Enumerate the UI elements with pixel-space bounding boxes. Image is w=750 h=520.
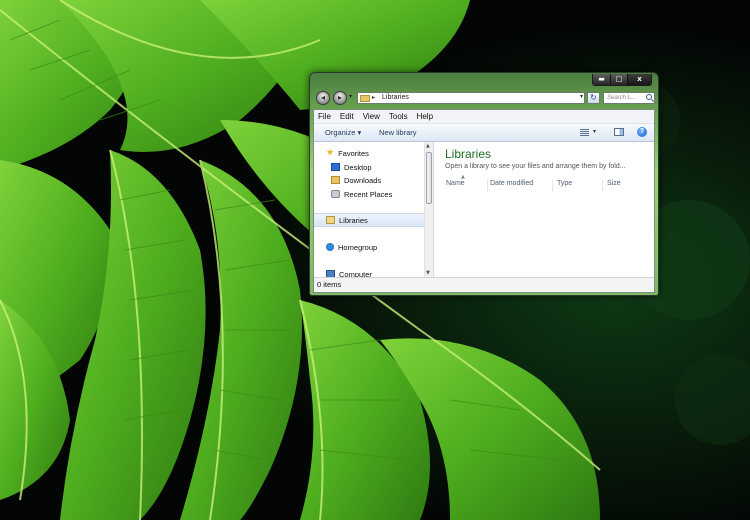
sidebar-item-label: Recent Places — [344, 189, 393, 199]
address-dropdown-icon[interactable]: ▾ — [580, 93, 583, 100]
column-header-name[interactable]: ▲ Name — [445, 174, 488, 192]
sidebar-item-recent-places[interactable]: Recent Places — [331, 188, 392, 200]
refresh-icon: ↻ — [590, 93, 597, 102]
scrollbar-thumb[interactable] — [426, 152, 432, 204]
explorer-client-area: File Edit View Tools Help Organize ▾ New… — [313, 109, 655, 293]
explorer-window: ▬ □ x ◂ ▸ ▾ ▸ Libraries ▾ ↻ Search L... … — [309, 72, 659, 296]
organize-button[interactable]: Organize ▾ — [325, 128, 361, 137]
navigation-pane: ★ Favorites Desktop Downloads Recent Pla… — [314, 142, 434, 279]
column-header-date-modified[interactable]: Date modified — [488, 180, 553, 192]
homegroup-icon — [326, 243, 334, 251]
search-placeholder: Search L... — [607, 95, 637, 101]
content-pane: Libraries Open a library to see your fil… — [435, 142, 654, 277]
maximize-button[interactable]: □ — [610, 74, 627, 85]
breadcrumb-separator-icon[interactable]: ▸ — [372, 94, 375, 101]
column-header-size[interactable]: Size — [603, 180, 647, 192]
libraries-icon — [326, 216, 335, 224]
status-bar: 0 items — [314, 277, 654, 292]
menu-help[interactable]: Help — [417, 112, 433, 121]
sidebar-item-homegroup[interactable]: Homegroup — [326, 241, 377, 253]
navigation-scrollbar[interactable]: ▲ ▼ — [424, 142, 433, 277]
column-header-row: ▲ Name Date modified Type Size — [445, 174, 647, 192]
search-input[interactable]: Search L... — [603, 92, 655, 104]
chevron-down-icon: ▾ — [349, 93, 353, 100]
sidebar-item-label: Downloads — [344, 175, 382, 185]
forward-button[interactable]: ▸ — [333, 91, 347, 105]
sidebar-item-libraries[interactable]: Libraries — [314, 213, 424, 227]
forward-arrow-icon: ▸ — [337, 93, 342, 102]
page-title: Libraries — [445, 147, 492, 161]
downloads-folder-icon — [331, 176, 340, 184]
menu-bar: File Edit View Tools Help — [314, 110, 654, 124]
column-header-type[interactable]: Type — [553, 180, 603, 192]
recent-pages-dropdown[interactable]: ▾ — [349, 93, 352, 100]
sidebar-item-favorites[interactable]: ★ Favorites — [326, 147, 369, 159]
sidebar-item-label: Homegroup — [338, 242, 378, 252]
view-options-dropdown-icon[interactable]: ▾ — [593, 128, 596, 135]
column-header-label: Name — [446, 180, 465, 187]
sidebar-item-desktop[interactable]: Desktop — [331, 161, 372, 173]
address-bar[interactable]: ▸ Libraries ▾ — [357, 92, 585, 104]
sidebar-item-downloads[interactable]: Downloads — [331, 174, 381, 186]
menu-tools[interactable]: Tools — [389, 112, 408, 121]
star-icon: ★ — [326, 148, 335, 158]
back-arrow-icon: ◂ — [320, 93, 325, 102]
window-controls: ▬ □ x — [592, 74, 652, 86]
change-view-icon[interactable] — [580, 129, 589, 136]
sidebar-item-label: Desktop — [344, 162, 372, 172]
sidebar-item-label: Favorites — [338, 148, 369, 158]
item-count: 0 items — [317, 280, 342, 289]
recent-places-icon — [331, 190, 340, 198]
desktop-icon — [331, 163, 340, 171]
refresh-button[interactable]: ↻ — [587, 92, 600, 104]
menu-view[interactable]: View — [363, 112, 380, 121]
menu-edit[interactable]: Edit — [340, 112, 354, 121]
preview-pane-icon[interactable] — [614, 128, 624, 136]
sidebar-item-label: Libraries — [339, 215, 368, 225]
page-subtitle: Open a library to see your files and arr… — [445, 163, 626, 170]
scroll-down-icon[interactable]: ▼ — [426, 270, 430, 276]
command-bar: Organize ▾ New library ▾ ? — [314, 124, 654, 142]
minimize-button[interactable]: ▬ — [593, 74, 610, 85]
menu-file[interactable]: File — [318, 112, 331, 121]
close-button[interactable]: x — [627, 74, 651, 85]
scroll-up-icon[interactable]: ▲ — [426, 143, 430, 149]
sort-ascending-icon: ▲ — [461, 174, 465, 180]
back-button[interactable]: ◂ — [316, 91, 330, 105]
help-icon[interactable]: ? — [637, 127, 647, 137]
search-icon[interactable] — [646, 94, 652, 100]
libraries-folder-icon — [360, 95, 370, 102]
new-library-button[interactable]: New library — [379, 128, 417, 137]
breadcrumb-libraries[interactable]: Libraries — [382, 94, 409, 101]
